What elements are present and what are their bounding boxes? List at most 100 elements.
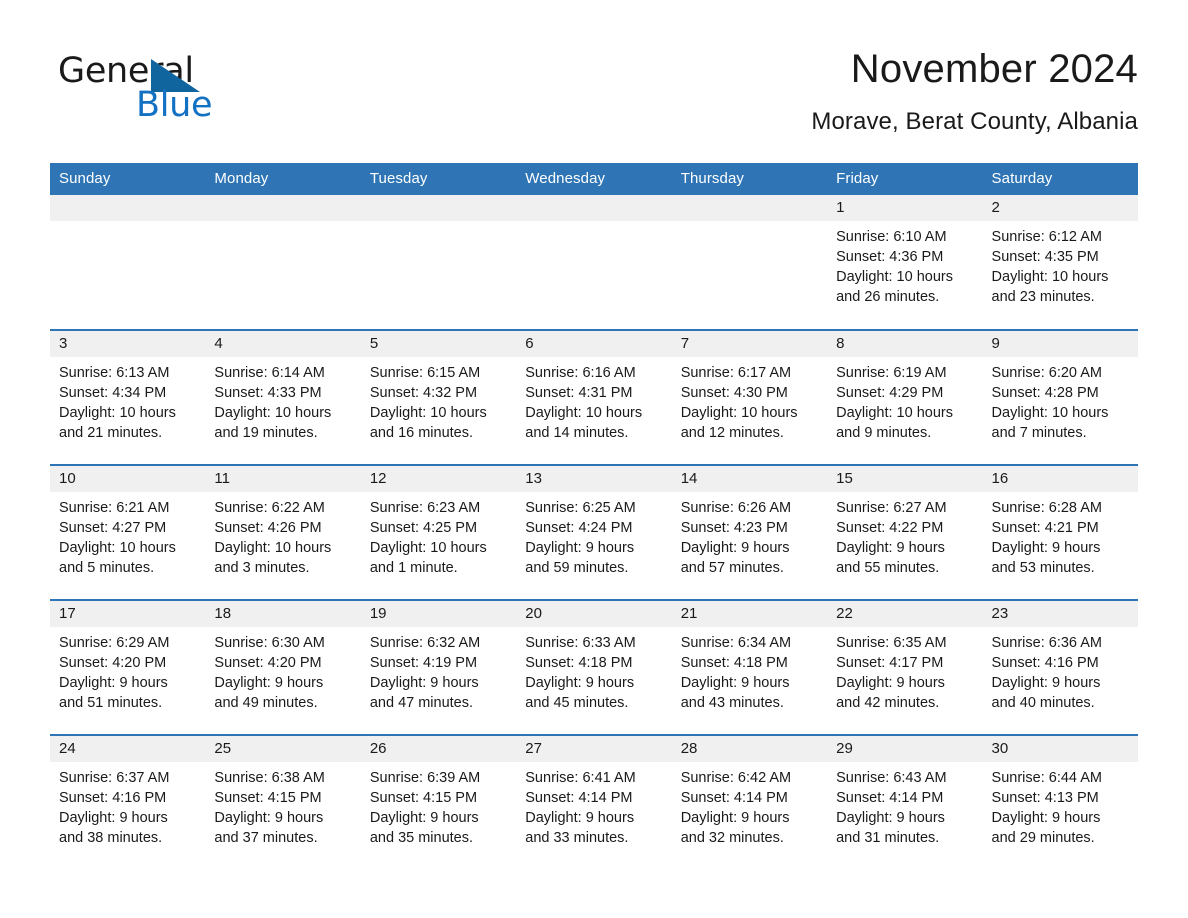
calendar-day-cell[interactable]: 25 Sunrise: 6:38 AM Sunset: 4:15 PM Dayligh… (205, 734, 361, 870)
day-detail-line: and 5 minutes. (59, 560, 155, 576)
day-detail-line: and 1 minute. (369, 560, 458, 576)
day-detail-line: Sunset: 4:20 PM (214, 655, 322, 671)
calendar-day-cell[interactable]: 12 Sunrise: 6:23 AM Sunset: 4:25 PM Dayligh… (360, 464, 517, 600)
day-number: 1 (827, 195, 983, 221)
day-detail-line: Sunrise: 6:15 AM (369, 365, 481, 381)
calendar-day-cell[interactable]: 5 Sunrise: 6:15 AM Sunset: 4:32 PM Daylight… (360, 329, 517, 465)
day-detail-line: Sunrise: 6:26 AM (680, 500, 792, 516)
day-number: 6 (516, 331, 672, 357)
day-detail-line: and 21 minutes. (59, 425, 163, 441)
day-detail-line: and 38 minutes. (59, 830, 163, 846)
day-detail-line: Sunrise: 6:25 AM (525, 500, 636, 516)
day-detail-line: Sunset: 4:26 PM (214, 520, 322, 536)
day-detail-line: Sunrise: 6:34 AM (680, 635, 792, 651)
sunrise-sunset-calendar: Sunday Monday Tuesday Wednesday Thursday Frid… (50, 163, 1138, 870)
weekday-header-monday: Monday (205, 163, 361, 195)
day-detail-line: Sunrise: 6:33 AM (525, 635, 636, 651)
day-detail-line: Sunset: 4:19 PM (369, 655, 478, 671)
day-detail-line: Daylight: 9 hours (525, 675, 635, 691)
day-number: 24 (50, 736, 206, 762)
day-detail-line: Daylight: 9 hours (59, 675, 168, 691)
day-number: 15 (827, 466, 983, 492)
calendar-day-cell[interactable]: 23 Sunrise: 6:36 AM Sunset: 4:16 PM Dayligh… (982, 599, 1138, 735)
day-number: 4 (205, 331, 361, 357)
day-detail-line: Daylight: 9 hours (836, 675, 945, 691)
day-detail-line: Sunrise: 6:16 AM (525, 365, 636, 381)
day-detail-line: and 29 minutes. (991, 830, 1095, 846)
calendar-day-cell[interactable]: 30 Sunrise: 6:44 AM Sunset: 4:13 PM Dayligh… (982, 734, 1138, 870)
calendar-day-cell[interactable]: 15 Sunrise: 6:27 AM Sunset: 4:22 PM Dayligh… (827, 464, 983, 600)
day-details: Sunrise: 6:42 AM Sunset: 4:14 PM Daylight:… (672, 762, 827, 848)
calendar-day-cell[interactable]: 9 Sunrise: 6:20 AM Sunset: 4:28 PM Daylight… (982, 329, 1138, 465)
day-number: 21 (671, 601, 828, 627)
day-details: Sunrise: 6:15 AM Sunset: 4:32 PM Daylight:… (361, 357, 516, 443)
day-details: Sunrise: 6:22 AM Sunset: 4:26 PM Daylight:… (205, 492, 360, 578)
calendar-day-cell[interactable]: 24 Sunrise: 6:37 AM Sunset: 4:16 PM Dayligh… (50, 734, 206, 870)
calendar-day-cell[interactable]: 20 Sunrise: 6:33 AM Sunset: 4:18 PM Dayligh… (516, 599, 672, 735)
calendar-day-cell[interactable]: 26 Sunrise: 6:39 AM Sunset: 4:15 PM Dayligh… (360, 734, 517, 870)
day-details: Sunrise: 6:10 AM Sunset: 4:36 PM Daylight:… (827, 221, 982, 307)
calendar-day-cell[interactable]: 2 Sunrise: 6:12 AM Sunset: 4:35 PM Daylight… (982, 195, 1138, 330)
day-detail-line: Sunrise: 6:35 AM (836, 635, 947, 651)
day-number: 13 (516, 466, 672, 492)
day-detail-line: and 9 minutes. (836, 425, 932, 441)
day-detail-line: Sunset: 4:36 PM (836, 249, 944, 265)
day-detail-line: Sunrise: 6:10 AM (836, 229, 947, 245)
day-number: 19 (360, 601, 517, 627)
calendar-day-cell[interactable]: 4 Sunrise: 6:14 AM Sunset: 4:33 PM Daylight… (205, 329, 361, 465)
calendar-day-cell[interactable]: 17 Sunrise: 6:29 AM Sunset: 4:20 PM Dayligh… (50, 599, 206, 735)
weekday-header-tuesday: Tuesday (360, 163, 517, 195)
calendar-day-cell[interactable]: 28 Sunrise: 6:42 AM Sunset: 4:14 PM Dayligh… (671, 734, 828, 870)
day-details: Sunrise: 6:34 AM Sunset: 4:18 PM Daylight:… (672, 627, 827, 713)
day-detail-line: and 57 minutes. (680, 560, 784, 576)
day-detail-line: Sunrise: 6:29 AM (59, 635, 170, 651)
calendar-day-cell[interactable]: 10 Sunrise: 6:21 AM Sunset: 4:27 PM Dayligh… (50, 464, 206, 600)
day-detail-line: Sunrise: 6:36 AM (991, 635, 1102, 651)
calendar-day-cell[interactable]: 18 Sunrise: 6:30 AM Sunset: 4:20 PM Dayligh… (205, 599, 361, 735)
day-detail-line: and 47 minutes. (369, 695, 474, 711)
calendar-day-cell[interactable]: 13 Sunrise: 6:25 AM Sunset: 4:24 PM Dayligh… (516, 464, 672, 600)
day-detail-line: Sunrise: 6:23 AM (369, 500, 481, 516)
day-detail-line: and 35 minutes. (369, 830, 474, 846)
day-detail-line: Sunset: 4:16 PM (59, 790, 167, 806)
day-number: 9 (982, 331, 1138, 357)
calendar-week-row: 17 Sunrise: 6:29 AM Sunset: 4:20 PM Dayligh… (50, 599, 1138, 735)
day-detail-line: Sunrise: 6:27 AM (836, 500, 947, 516)
calendar-day-cell[interactable]: 19 Sunrise: 6:32 AM Sunset: 4:19 PM Dayligh… (360, 599, 517, 735)
weekday-header-wednesday: Wednesday (516, 163, 672, 195)
day-number (360, 195, 517, 221)
day-number: 16 (982, 466, 1138, 492)
day-details: Sunrise: 6:19 AM Sunset: 4:29 PM Daylight:… (827, 357, 982, 443)
calendar-day-cell[interactable]: 29 Sunrise: 6:43 AM Sunset: 4:14 PM Dayligh… (827, 734, 983, 870)
day-number (50, 195, 206, 221)
calendar-empty-cell (360, 195, 517, 330)
calendar-day-cell[interactable]: 21 Sunrise: 6:34 AM Sunset: 4:18 PM Dayligh… (671, 599, 828, 735)
day-detail-line: Sunrise: 6:44 AM (991, 770, 1102, 786)
calendar-day-cell[interactable]: 16 Sunrise: 6:28 AM Sunset: 4:21 PM Dayligh… (982, 464, 1138, 600)
day-details: Sunrise: 6:25 AM Sunset: 4:24 PM Daylight:… (516, 492, 671, 578)
page-header: General Blue November 2024 Morave, Berat… (0, 0, 1188, 136)
day-detail-line: Sunset: 4:34 PM (59, 385, 167, 401)
day-number: 20 (516, 601, 672, 627)
calendar-day-cell[interactable]: 1 Sunrise: 6:10 AM Sunset: 4:36 PM Daylight… (827, 195, 983, 330)
day-detail-line: Sunset: 4:18 PM (525, 655, 633, 671)
calendar-day-cell[interactable]: 3 Sunrise: 6:13 AM Sunset: 4:34 PM Daylight… (50, 329, 206, 465)
day-details: Sunrise: 6:35 AM Sunset: 4:17 PM Daylight:… (827, 627, 982, 713)
day-detail-line: Daylight: 9 hours (525, 540, 635, 556)
day-detail-line: and 43 minutes. (680, 695, 784, 711)
day-number: 14 (671, 466, 828, 492)
calendar-day-cell[interactable]: 22 Sunrise: 6:35 AM Sunset: 4:17 PM Dayligh… (827, 599, 983, 735)
calendar-day-cell[interactable]: 27 Sunrise: 6:41 AM Sunset: 4:14 PM Dayligh… (516, 734, 672, 870)
day-details (50, 221, 205, 227)
day-details: Sunrise: 6:23 AM Sunset: 4:25 PM Daylight:… (361, 492, 516, 578)
calendar-day-cell[interactable]: 14 Sunrise: 6:26 AM Sunset: 4:23 PM Dayligh… (671, 464, 828, 600)
calendar-day-cell[interactable]: 8 Sunrise: 6:19 AM Sunset: 4:29 PM Daylight… (827, 329, 983, 465)
calendar-day-cell[interactable]: 7 Sunrise: 6:17 AM Sunset: 4:30 PM Daylight… (671, 329, 828, 465)
day-detail-line: and 32 minutes. (680, 830, 784, 846)
calendar-day-cell[interactable]: 11 Sunrise: 6:22 AM Sunset: 4:26 PM Dayligh… (205, 464, 361, 600)
day-number (205, 195, 361, 221)
calendar-day-cell[interactable]: 6 Sunrise: 6:16 AM Sunset: 4:31 PM Daylight… (516, 329, 672, 465)
day-detail-line: Sunrise: 6:17 AM (680, 365, 792, 381)
logo-text-blue: Blue (136, 85, 213, 125)
weekday-header-sunday: Sunday (50, 163, 206, 195)
